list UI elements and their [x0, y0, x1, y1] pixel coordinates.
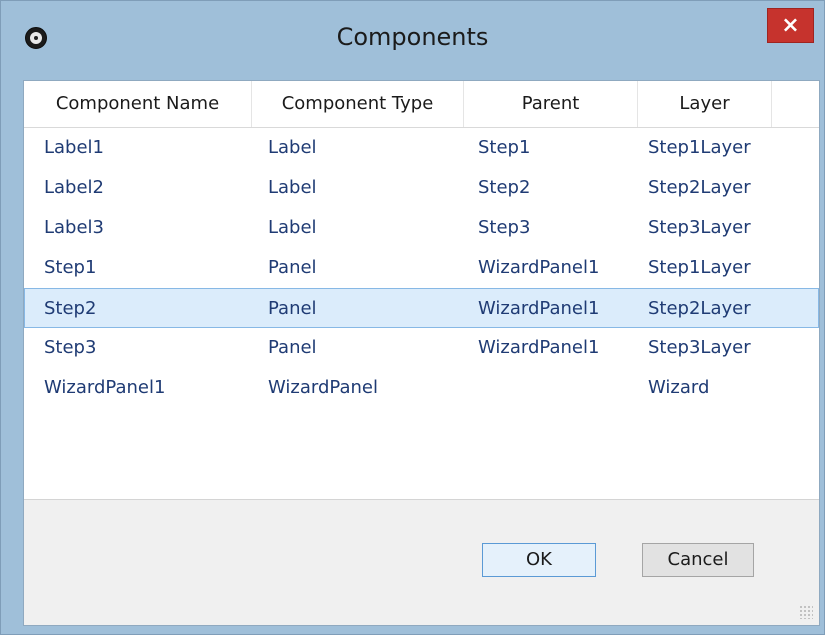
parent-cell: WizardPanel1: [478, 298, 600, 319]
component-name-cell: Label3: [44, 217, 105, 238]
parent-cell: Step3: [478, 217, 531, 238]
table-row[interactable]: Label2 Label Step2 Step2Layer: [24, 168, 819, 208]
parent-cell: WizardPanel1: [478, 337, 600, 358]
dialog-content: Component Name Component Type Parent Lay…: [23, 80, 820, 626]
cancel-button[interactable]: Cancel: [642, 543, 754, 577]
column-header-layer[interactable]: Layer: [638, 81, 772, 127]
component-name-cell: Label2: [44, 177, 105, 198]
column-header-component-type[interactable]: Component Type: [252, 81, 464, 127]
component-type-cell: Label: [268, 177, 317, 198]
layer-cell: Step1Layer: [648, 257, 751, 278]
layer-cell: Step3Layer: [648, 337, 751, 358]
layer-cell: Step1Layer: [648, 137, 751, 158]
table-row[interactable]: Step1 Panel WizardPanel1 Step1Layer: [24, 248, 819, 288]
component-type-cell: Panel: [268, 257, 317, 278]
component-name-cell: Step3: [44, 337, 97, 358]
components-table: Component Name Component Type Parent Lay…: [24, 81, 819, 500]
components-dialog: Components × Component Name Component Ty…: [0, 0, 825, 635]
ok-button[interactable]: OK: [482, 543, 596, 577]
layer-cell: Step2Layer: [648, 298, 751, 319]
layer-cell: Step2Layer: [648, 177, 751, 198]
parent-cell: Step2: [478, 177, 531, 198]
table-row[interactable]: WizardPanel1 WizardPanel Wizard: [24, 368, 819, 408]
component-name-cell: WizardPanel1: [44, 377, 166, 398]
title-bar: Components ×: [1, 1, 824, 81]
column-header-component-name[interactable]: Component Name: [24, 81, 252, 127]
parent-cell: WizardPanel1: [478, 257, 600, 278]
table-row-selected[interactable]: Step2 Panel WizardPanel1 Step2Layer: [24, 288, 819, 328]
column-header-parent[interactable]: Parent: [464, 81, 638, 127]
component-name-cell: Step1: [44, 257, 97, 278]
component-type-cell: WizardPanel: [268, 377, 378, 398]
component-type-cell: Panel: [268, 337, 317, 358]
close-button[interactable]: ×: [767, 8, 814, 43]
table-row[interactable]: Label1 Label Step1 Step1Layer: [24, 128, 819, 168]
parent-cell: Step1: [478, 137, 531, 158]
component-type-cell: Label: [268, 137, 317, 158]
component-name-cell: Step2: [44, 298, 97, 319]
component-name-cell: Label1: [44, 137, 105, 158]
component-type-cell: Label: [268, 217, 317, 238]
table-header: Component Name Component Type Parent Lay…: [24, 81, 819, 128]
table-row[interactable]: Label3 Label Step3 Step3Layer: [24, 208, 819, 248]
dialog-title: Components: [336, 23, 489, 51]
layer-cell: Step3Layer: [648, 217, 751, 238]
layer-cell: Wizard: [648, 377, 710, 398]
resize-grip-icon[interactable]: [799, 605, 813, 619]
component-type-cell: Panel: [268, 298, 317, 319]
table-row[interactable]: Step3 Panel WizardPanel1 Step3Layer: [24, 328, 819, 368]
